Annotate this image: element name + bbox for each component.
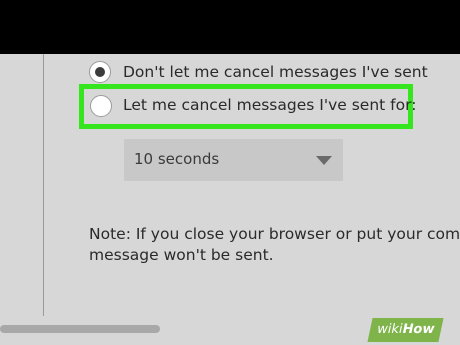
note-line-2: message won't be sent. [89, 246, 274, 264]
radio-label-dont-cancel[interactable]: Don't let me cancel messages I've sent [123, 63, 428, 81]
note-text: Note: If you close your browser or put y… [89, 224, 460, 266]
radio-let-cancel[interactable] [90, 95, 112, 117]
wikihow-watermark: wikiHow [367, 318, 444, 342]
dropdown-arrow-icon [316, 156, 332, 165]
note-line-1: Note: If you close your browser or put y… [89, 225, 460, 243]
cancel-duration-value: 10 seconds [134, 150, 220, 168]
watermark-how: How [400, 322, 436, 337]
horizontal-scrollbar[interactable] [0, 325, 160, 333]
top-bar [0, 0, 460, 54]
cancel-duration-select[interactable]: 10 seconds [124, 139, 343, 181]
radio-label-let-cancel[interactable]: Let me cancel messages I've sent for: [123, 96, 416, 114]
radio-dont-cancel[interactable] [89, 61, 111, 83]
left-divider [43, 54, 44, 316]
